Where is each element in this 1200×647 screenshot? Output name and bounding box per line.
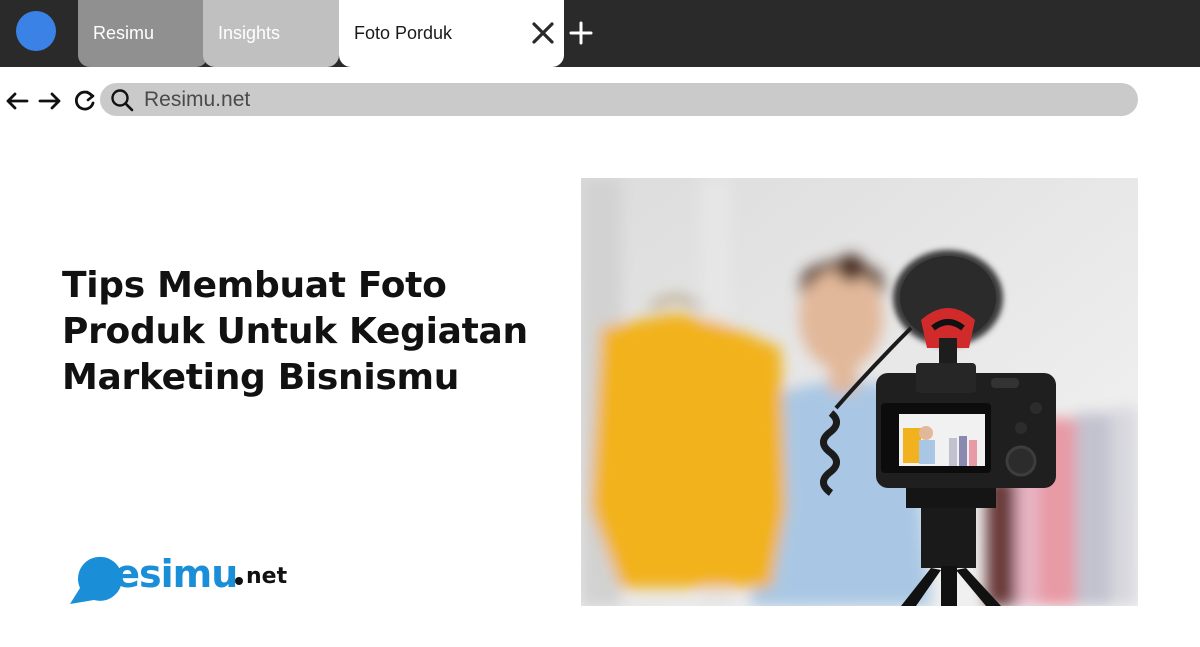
logo-suffix: net <box>246 564 288 589</box>
tab-insights[interactable]: Insights <box>203 0 339 67</box>
url-text[interactable]: Resimu.net <box>144 88 250 112</box>
vlogging-camera-image <box>581 178 1138 606</box>
tab-label: Foto Porduk <box>354 23 453 43</box>
arrow-left-icon[interactable] <box>4 88 30 114</box>
tab-bar: Resimu Insights Foto Porduk <box>0 0 1200 67</box>
plus-icon[interactable] <box>568 20 594 46</box>
tab-label: Insights <box>218 23 281 43</box>
logo-dot <box>235 577 243 585</box>
profile-avatar[interactable] <box>16 11 56 51</box>
close-icon[interactable] <box>530 20 556 46</box>
page-title: Tips Membuat Foto Produk Untuk Kegiatan … <box>62 265 528 398</box>
address-bar[interactable]: Resimu.net <box>100 83 1138 116</box>
tab-resimu[interactable]: Resimu <box>78 0 208 67</box>
search-icon <box>111 89 134 112</box>
reload-icon[interactable] <box>72 88 98 114</box>
hero-photo <box>581 178 1138 606</box>
resimu-logo: Resimu net <box>64 550 294 606</box>
logo-wordmark: Resimu <box>86 552 238 596</box>
tab-label: Resimu <box>93 23 155 43</box>
arrow-right-icon[interactable] <box>37 88 63 114</box>
